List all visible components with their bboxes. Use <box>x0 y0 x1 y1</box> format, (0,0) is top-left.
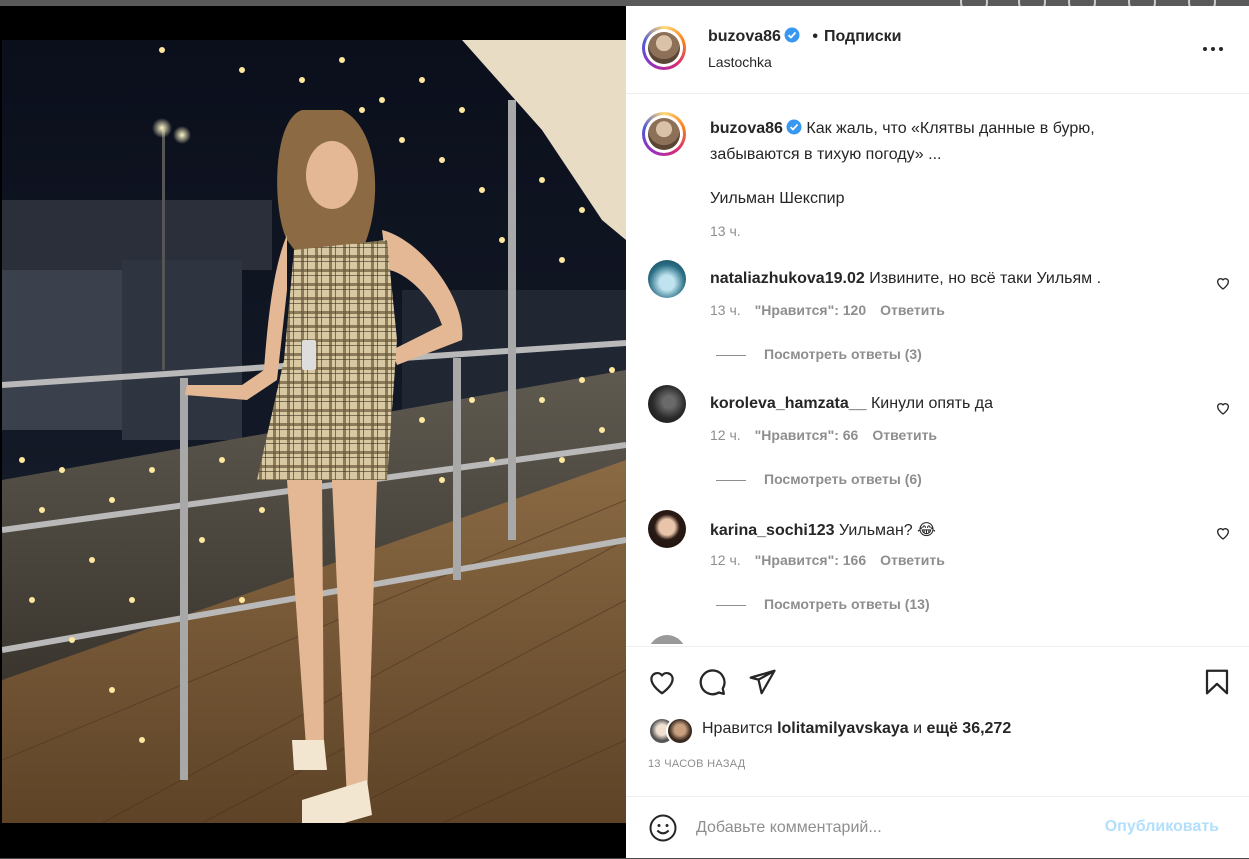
post-actions: Нравится lolitamilyavskaya и ещё 36,272 … <box>626 646 1249 797</box>
likes-prefix: Нравится <box>702 720 773 737</box>
view-replies-button[interactable]: Посмотреть ответы (6) <box>716 471 922 487</box>
header-title-row: buzova86 • Подписки <box>708 27 901 46</box>
bookmark-icon[interactable] <box>1202 667 1232 697</box>
likers-avatars[interactable] <box>648 717 694 745</box>
author-username[interactable]: buzova86 <box>708 28 781 45</box>
comment-meta: 12 ч. "Нравится": 166 Ответить <box>710 552 945 568</box>
comments-list[interactable]: buzova86 Как жаль, что «Клятвы данные в … <box>626 94 1249 644</box>
view-replies-button[interactable]: Посмотреть ответы (13) <box>716 596 930 612</box>
reply-button[interactable]: Ответить <box>880 302 945 318</box>
post-photo-pane <box>0 6 626 858</box>
posted-time[interactable]: 13 ЧАСОВ НАЗАД <box>648 758 746 770</box>
share-icon[interactable] <box>747 667 777 697</box>
commenter-username[interactable]: nataliazhukova19.02 <box>710 270 865 287</box>
comment-likes[interactable]: "Нравится": 120 <box>755 302 866 318</box>
following-button[interactable]: Подписки <box>824 28 901 45</box>
caption-author-line: Уильман Шекспир <box>710 190 845 207</box>
author-avatar[interactable] <box>642 26 686 70</box>
view-replies-button[interactable]: Посмотреть ответы (3) <box>716 346 922 362</box>
heart-icon[interactable] <box>1215 275 1231 291</box>
comment-meta: 12 ч. "Нравится": 66 Ответить <box>710 427 937 443</box>
liker-username[interactable]: lolitamilyavskaya <box>777 720 909 737</box>
commenter-avatar[interactable] <box>648 385 686 423</box>
commenter-avatar[interactable] <box>648 635 686 644</box>
likes-conj: и <box>913 720 923 737</box>
add-comment-bar: Опубликовать <box>626 796 1249 859</box>
comment-time[interactable]: 12 ч. <box>710 427 741 443</box>
commenter-username[interactable]: karina_sochi123 <box>710 522 835 539</box>
heart-icon[interactable] <box>1215 525 1231 541</box>
comment-meta: 13 ч. "Нравится": 120 Ответить <box>710 302 945 318</box>
location-link[interactable]: Lastochka <box>708 54 772 70</box>
publish-button[interactable]: Опубликовать <box>1105 818 1219 836</box>
comment-likes[interactable]: "Нравится": 166 <box>755 552 866 568</box>
post-header: buzova86 • Подписки Lastochka <box>626 6 1249 94</box>
heart-icon[interactable] <box>1215 400 1231 416</box>
view-replies-label: Посмотреть ответы (13) <box>764 596 930 612</box>
comment-icon[interactable] <box>697 667 727 697</box>
view-replies-label: Посмотреть ответы (3) <box>764 346 922 362</box>
caption-time[interactable]: 13 ч. <box>710 218 1180 244</box>
header-separator: • <box>812 28 818 45</box>
comment-body: karina_sochi123 Уильман? 😂 <box>710 520 936 540</box>
view-replies-label: Посмотреть ответы (6) <box>764 471 922 487</box>
comment-body: nataliazhukova19.02 Извините, но всё так… <box>710 270 1101 288</box>
caption-username[interactable]: buzova86 <box>710 120 783 137</box>
verified-badge-icon <box>784 27 800 43</box>
commenter-avatar[interactable] <box>648 510 686 548</box>
likes-summary[interactable]: Нравится lolitamilyavskaya и ещё 36,272 <box>702 720 1011 738</box>
caption-author-avatar[interactable] <box>642 112 686 156</box>
more-options-icon[interactable] <box>1203 39 1227 59</box>
commenter-avatar[interactable] <box>648 260 686 298</box>
caption-block: buzova86 Как жаль, что «Клятвы данные в … <box>710 116 1180 244</box>
reply-button[interactable]: Ответить <box>880 552 945 568</box>
commenter-username[interactable]: koroleva_hamzata__ <box>710 395 867 412</box>
comment-text: Уильман? 😂 <box>838 522 936 539</box>
comment-time[interactable]: 12 ч. <box>710 552 741 568</box>
post-photo[interactable] <box>2 40 626 823</box>
emoji-icon[interactable] <box>648 813 678 843</box>
comment-input[interactable] <box>696 813 1076 843</box>
comment-time[interactable]: 13 ч. <box>710 302 741 318</box>
comment-text: Извините, но всё таки Уильям . <box>869 270 1102 287</box>
reply-button[interactable]: Ответить <box>872 427 937 443</box>
comment-text: Кинули опять да <box>870 395 994 412</box>
likes-count[interactable]: ещё 36,272 <box>927 720 1012 737</box>
heart-icon[interactable] <box>647 667 677 697</box>
verified-badge-icon <box>786 119 802 135</box>
comment-body: koroleva_hamzata__ Кинули опять да <box>710 395 993 413</box>
post-details-panel: buzova86 • Подписки Lastochka buzova86 Ка… <box>626 6 1249 858</box>
comment-likes[interactable]: "Нравится": 66 <box>755 427 859 443</box>
